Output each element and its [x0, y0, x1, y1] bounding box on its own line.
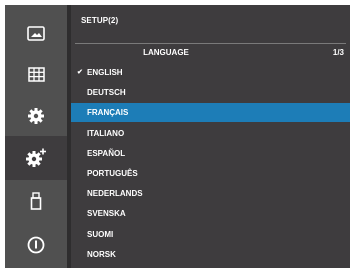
setup-panel: SETUP(2) LANGUAGE 1/3 ✔ ENGLISH DEUTSCH …	[71, 5, 350, 268]
grid-icon	[27, 67, 45, 82]
section-header: LANGUAGE 1/3	[71, 48, 350, 62]
sidebar-item-setup2[interactable]	[5, 136, 67, 180]
list-item-francais[interactable]: FRANÇAIS	[71, 103, 350, 122]
list-item-label: SVENSKA	[87, 209, 126, 218]
list-item-label: NORSK	[87, 250, 116, 259]
section-title: LANGUAGE	[143, 48, 189, 57]
list-item-label: ESPAÑOL	[87, 149, 126, 158]
check-icon: ✔	[77, 69, 83, 76]
list-item-english[interactable]: ✔ ENGLISH	[71, 63, 350, 82]
list-item-portugues[interactable]: PORTUGUÊS	[71, 164, 350, 183]
sidebar-item-power[interactable]	[5, 224, 67, 265]
list-item-label: ITALIANO	[87, 129, 125, 138]
sidebar-item-grid[interactable]	[5, 54, 67, 95]
list-item-label: NEDERLANDS	[87, 189, 143, 198]
list-item-suomi[interactable]: SUOMI	[71, 225, 350, 244]
list-item-deutsch[interactable]: DEUTSCH	[71, 83, 350, 102]
sidebar-item-usb[interactable]	[5, 180, 67, 221]
sidebar	[5, 5, 67, 268]
page-indicator: 1/3	[332, 48, 344, 57]
gear-icon	[28, 107, 44, 124]
usb-icon	[30, 191, 42, 210]
power-icon	[27, 236, 45, 253]
list-item-italiano[interactable]: ITALIANO	[71, 124, 350, 143]
list-item-norsk[interactable]: NORSK	[71, 245, 350, 264]
page-title: SETUP(2)	[81, 16, 119, 25]
list-item-label: ENGLISH	[87, 68, 123, 77]
list-item-label: SUOMI	[87, 230, 114, 239]
divider	[75, 43, 346, 44]
camera-menu-screen: SETUP(2) LANGUAGE 1/3 ✔ ENGLISH DEUTSCH …	[5, 5, 350, 268]
list-item-label: FRANÇAIS	[87, 108, 129, 117]
list-item-espanol[interactable]: ESPAÑOL	[71, 144, 350, 163]
sidebar-item-setup1[interactable]	[5, 95, 67, 136]
list-item-svenska[interactable]: SVENSKA	[71, 204, 350, 223]
gear-plus-icon	[26, 148, 46, 167]
image-icon	[27, 26, 45, 41]
list-item-label: PORTUGUÊS	[87, 169, 138, 178]
sidebar-item-image[interactable]	[5, 13, 67, 54]
list-item-label: DEUTSCH	[87, 88, 126, 97]
list-item-nederlands[interactable]: NEDERLANDS	[71, 184, 350, 203]
